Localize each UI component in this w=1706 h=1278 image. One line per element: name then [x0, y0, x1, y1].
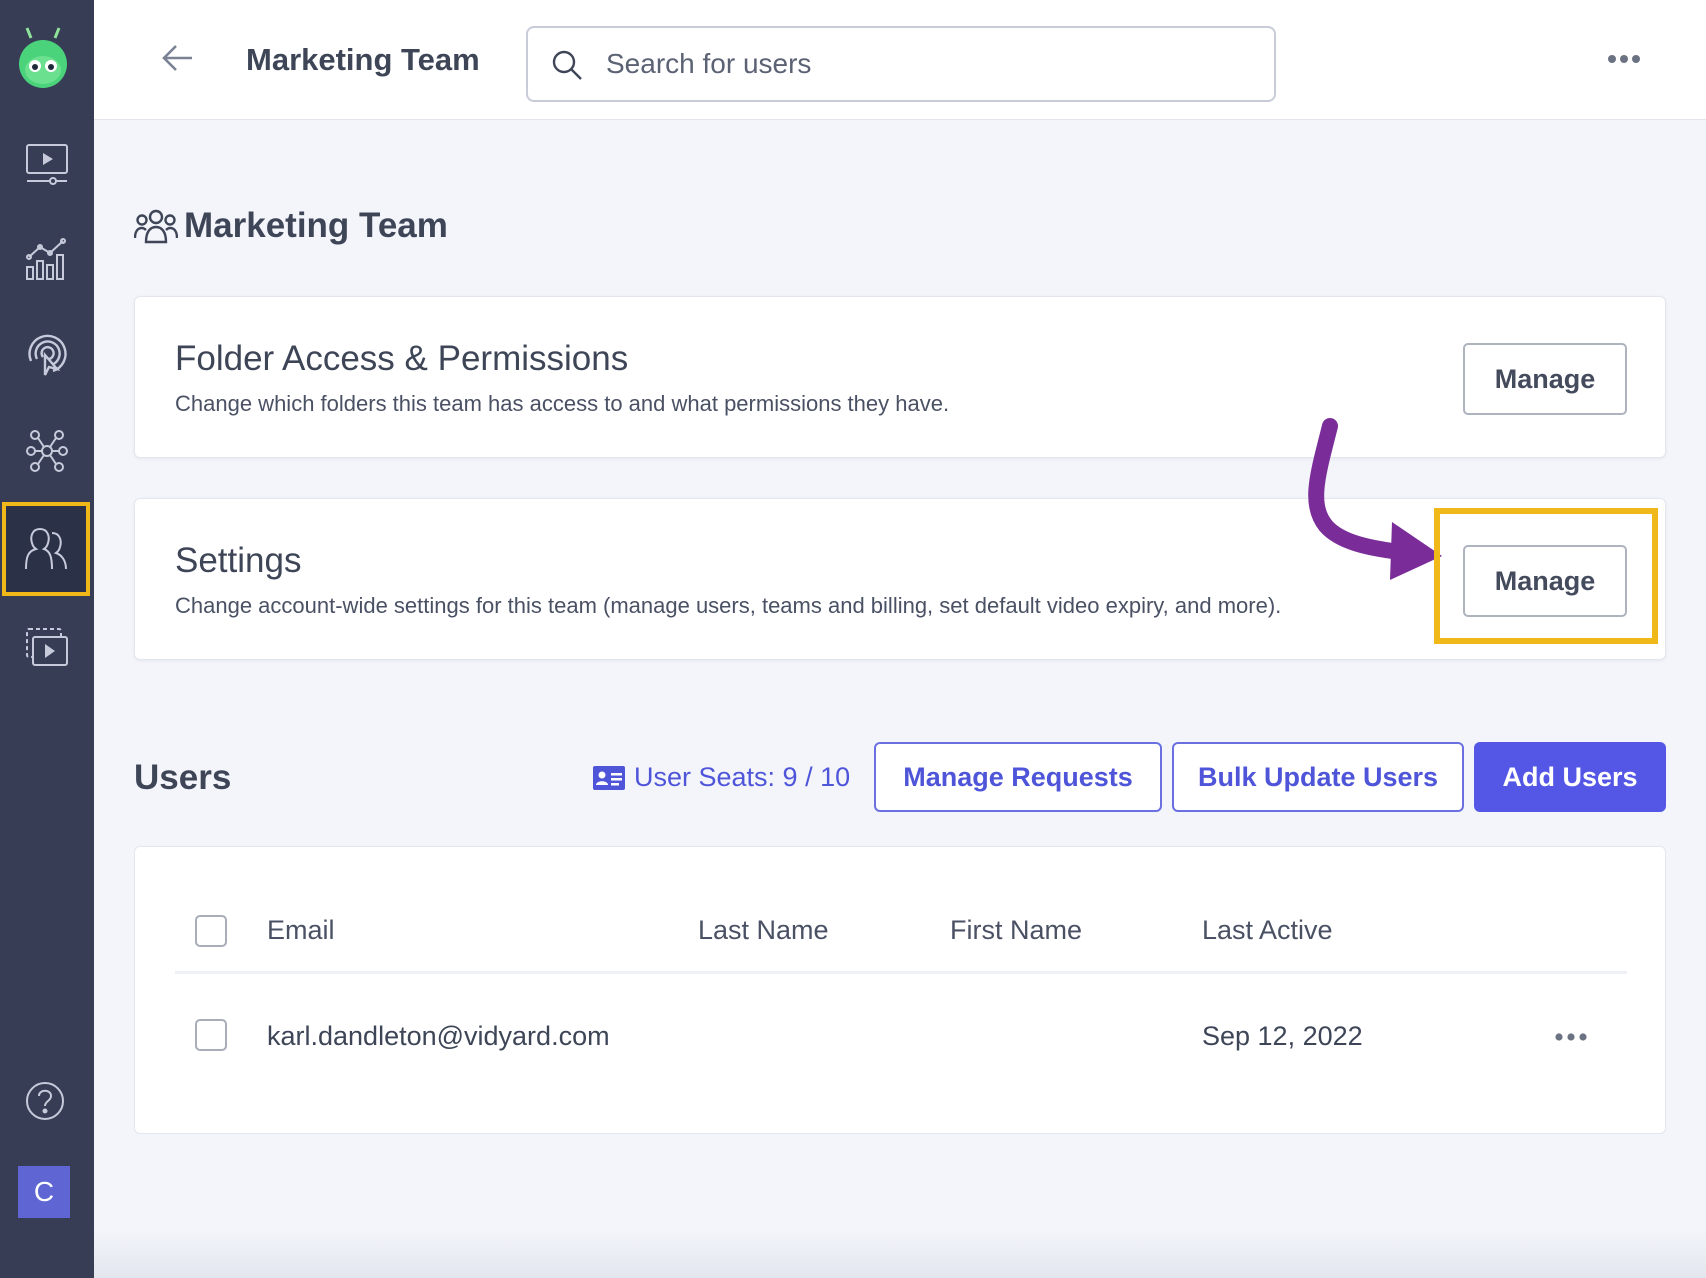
folder-access-manage-button[interactable]: Manage [1463, 343, 1627, 415]
page-heading: Marketing Team [134, 206, 448, 246]
header-title: Marketing Team [246, 42, 480, 77]
column-header-first-name[interactable]: First Name [950, 915, 1082, 946]
user-seats: User Seats: 9 / 10 [592, 762, 850, 793]
team-icon [134, 209, 178, 244]
column-header-last-active[interactable]: Last Active [1202, 915, 1333, 946]
folder-access-description: Change which folders this team has acces… [175, 391, 950, 416]
bulk-update-users-button[interactable]: Bulk Update Users [1172, 742, 1464, 812]
integrations-icon [26, 430, 68, 472]
video-library-icon [26, 144, 68, 185]
back-arrow-icon[interactable] [160, 40, 196, 76]
sidebar-item-engagement[interactable] [0, 310, 94, 400]
manage-requests-button[interactable]: Manage Requests [874, 742, 1162, 812]
column-header-last-name[interactable]: Last Name [698, 915, 829, 946]
row-more-options-icon[interactable] [1553, 1027, 1589, 1047]
settings-manage-button[interactable]: Manage [1463, 545, 1627, 617]
sidebar-item-videos[interactable] [0, 118, 94, 208]
cell-last-active: Sep 12, 2022 [1202, 1021, 1363, 1051]
analytics-icon [26, 238, 66, 280]
teams-icon [25, 528, 67, 570]
cell-email: karl.dandleton@vidyard.com [267, 1021, 610, 1051]
select-all-checkbox[interactable] [195, 915, 227, 947]
users-heading: Users [134, 758, 232, 797]
users-table: Email Last Name First Name Last Active k… [134, 846, 1666, 1134]
top-header: Marketing Team [94, 0, 1706, 120]
sidebar: C [0, 0, 94, 1278]
sidebar-item-video-hub[interactable] [0, 602, 94, 692]
sidebar-item-integrations[interactable] [0, 406, 94, 496]
id-card-icon [593, 765, 625, 790]
search-icon [552, 50, 582, 80]
settings-description: Change account-wide settings for this te… [175, 593, 1282, 618]
user-seats-label: User Seats: 9 / 10 [634, 762, 851, 792]
avatar[interactable]: C [18, 1166, 70, 1218]
video-hub-icon [26, 628, 68, 666]
column-header-email[interactable]: Email [267, 915, 335, 946]
search-input[interactable] [604, 42, 1244, 86]
help-icon[interactable] [24, 1080, 66, 1122]
folder-access-title: Folder Access & Permissions [175, 339, 629, 378]
more-options-icon[interactable] [1604, 46, 1644, 72]
settings-title: Settings [175, 541, 302, 580]
row-checkbox[interactable] [195, 1019, 227, 1051]
settings-card: Settings Change account-wide settings fo… [134, 498, 1666, 660]
vidyard-logo-icon[interactable] [15, 24, 71, 94]
engagement-icon [28, 334, 67, 376]
sidebar-item-analytics[interactable] [0, 214, 94, 304]
bottom-shade [94, 1230, 1706, 1278]
table-divider [175, 971, 1627, 974]
search-box[interactable] [526, 26, 1276, 102]
sidebar-item-teams[interactable] [2, 502, 90, 596]
page-title: Marketing Team [184, 206, 448, 245]
folder-access-card: Folder Access & Permissions Change which… [134, 296, 1666, 458]
add-users-button[interactable]: Add Users [1474, 742, 1666, 812]
